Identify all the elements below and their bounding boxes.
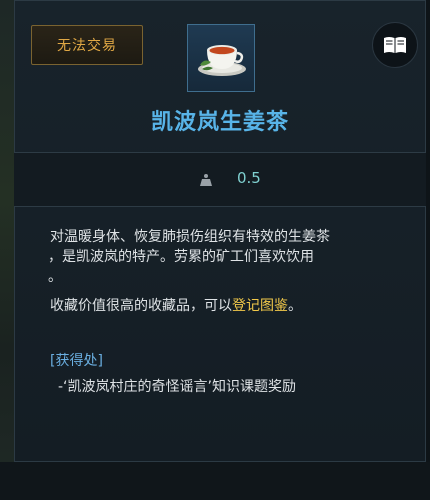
- description-line: 对温暖身体、恢复肺损伤组织有特效的生姜茶: [50, 229, 330, 245]
- book-icon: [384, 37, 406, 53]
- weight-icon: [200, 174, 212, 186]
- source-entry: -‘凯波岚村庄的奇怪谣言’知识课题奖励: [58, 379, 296, 395]
- weight-value: 0.5: [237, 169, 261, 187]
- source-header: [获得处]: [50, 353, 103, 369]
- background-left-strip: [0, 0, 14, 500]
- item-description: 对温暖身体、恢复肺损伤组织有特效的生姜茶 ，是凯波岚的特产。劳累的矿工们喜欢饮用…: [48, 227, 410, 316]
- description-line: ，是凯波岚的特产。劳累的矿工们喜欢饮用。: [48, 249, 314, 285]
- register-collection-link[interactable]: 登记图鉴: [232, 298, 288, 314]
- encyclopedia-book-button[interactable]: [372, 22, 418, 68]
- weight-row: 0.5: [14, 153, 426, 206]
- divider: [14, 206, 426, 207]
- ginger-tea-cup-icon: [187, 24, 255, 92]
- background-bottom-strip: [0, 462, 430, 500]
- item-name: 凯波岚生姜茶: [150, 110, 289, 135]
- description-line: 收藏价值很高的收藏品，可以登记图鉴。: [50, 298, 302, 314]
- untradeable-badge: 无法交易: [31, 25, 143, 65]
